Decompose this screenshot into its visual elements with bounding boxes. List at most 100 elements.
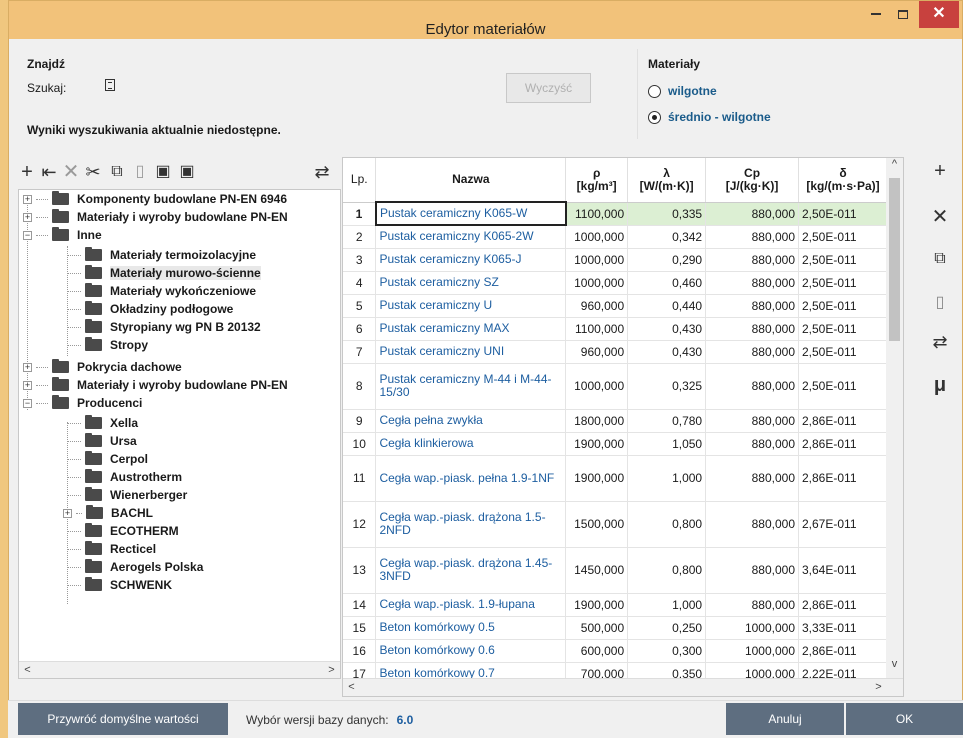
cell-cp[interactable]: 880,000 [705,501,799,548]
cell-rho[interactable]: 1000,000 [565,363,629,410]
table-row[interactable]: 14 Cegła wap.-piask. 1.9-łupana 1900,000 1,… [343,593,888,617]
cell-rho[interactable]: 1800,000 [565,409,629,433]
cell-lp[interactable]: 8 [343,363,377,410]
cell-rho[interactable]: 1450,000 [565,547,629,594]
scroll-left-icon[interactable]: < [19,662,36,678]
scroll-left-icon[interactable]: < [343,679,360,696]
cell-lambda[interactable]: 1,000 [627,593,707,617]
cell-lp[interactable]: 7 [343,340,377,364]
save-as-icon[interactable]: ▣ [176,161,198,185]
cell-cp[interactable]: 880,000 [705,363,799,410]
cell-rho[interactable]: 1900,000 [565,455,629,502]
cell-cp[interactable]: 880,000 [705,593,799,617]
table-row[interactable]: 1 Pustak ceramiczny K065-W 1100,000 0,335 88… [343,201,888,226]
tree-node[interactable]: ECOTHERM [67,522,179,540]
table-horizontal-scrollbar[interactable]: < > [343,678,903,696]
cell-cp[interactable]: 880,000 [705,340,799,364]
table-row[interactable]: 5 Pustak ceramiczny U 960,000 0,440 880,000 2… [343,294,888,318]
cell-cp[interactable]: 880,000 [705,225,799,249]
cell-lambda[interactable]: 0,325 [627,363,707,410]
tree-node[interactable]: + Komponenty budowlane PN-EN 6946 [23,190,287,208]
radio-wet[interactable]: wilgotne [648,83,717,99]
tree-node[interactable]: Austrotherm [67,468,182,486]
tree-node[interactable]: Wienerberger [67,486,187,504]
table-row[interactable]: 12 Cegła wap.-piask. drążona 1.5-2NFD 1500… [343,501,888,548]
cell-lp[interactable]: 1 [343,202,377,226]
mu-icon[interactable]: μ [925,374,955,397]
radio-circle[interactable] [648,84,661,98]
cell-name[interactable]: Cegła klinkierowa [375,432,567,456]
cell-lp[interactable]: 15 [343,616,377,640]
tree-node-selected[interactable]: Materiały murowo-ścienne [67,264,261,282]
cell-delta[interactable]: 2,50E-011 [798,340,888,364]
col-lp[interactable]: Lp. [343,158,377,203]
cell-rho[interactable]: 960,000 [565,294,629,318]
cell-name[interactable]: Pustak ceramiczny K065-2W [375,225,567,249]
col-lambda[interactable]: λ [W/(m·K)] [627,158,707,203]
tree-node[interactable]: Styropiany wg PN B 20132 [67,318,261,336]
cell-cp[interactable]: 880,000 [705,432,799,456]
plus-icon[interactable]: + [18,161,36,185]
tree-node[interactable]: − Producenci [23,394,142,412]
cell-lp[interactable]: 11 [343,455,377,502]
radio-circle-selected[interactable] [648,110,661,124]
cell-rho[interactable]: 1000,000 [565,271,629,295]
cell-delta[interactable]: 2,86E-011 [798,593,888,617]
cell-delta[interactable]: 2,50E-011 [798,294,888,318]
cut-icon[interactable]: ✂ [82,161,104,185]
cell-cp[interactable]: 880,000 [705,409,799,433]
radio-medium-wet[interactable]: średnio - wilgotne [648,109,771,125]
cell-lp[interactable]: 5 [343,294,377,318]
cell-name[interactable]: Pustak ceramiczny M-44 i M-44-15/30 [375,363,567,410]
cell-lambda[interactable]: 0,460 [627,271,707,295]
tree-node[interactable]: SCHWENK [67,576,172,594]
cancel-button[interactable]: Anuluj [726,703,844,735]
table-row[interactable]: 3 Pustak ceramiczny K065-J 1000,000 0,290 88… [343,248,888,272]
table-row[interactable]: 15 Beton komórkowy 0.5 500,000 0,250 1000,00… [343,616,888,640]
cell-delta[interactable]: 2,50E-011 [798,202,888,226]
cell-rho[interactable]: 1000,000 [565,225,629,249]
cell-delta[interactable]: 3,33E-011 [798,616,888,640]
cell-cp[interactable]: 1000,000 [705,616,799,640]
minimize-button[interactable] [863,1,889,28]
table-row[interactable]: 11 Cegła wap.-piask. pełna 1.9-1NF 1900,00… [343,455,888,502]
cell-cp[interactable]: 880,000 [705,317,799,341]
cell-lp[interactable]: 16 [343,639,377,663]
table-row[interactable]: 13 Cegła wap.-piask. drążona 1.45-3NFD 145… [343,547,888,594]
cell-name[interactable]: Pustak ceramiczny K065-J [375,248,567,272]
cell-lp[interactable]: 14 [343,593,377,617]
ok-button[interactable]: OK [846,703,963,735]
close-button[interactable]: ✕ [919,1,959,28]
table-row[interactable]: 6 Pustak ceramiczny MAX 1100,000 0,430 880,0… [343,317,888,341]
cell-lambda[interactable]: 0,440 [627,294,707,318]
collapse-icon[interactable]: − [23,230,32,240]
cell-name[interactable]: Pustak ceramiczny MAX [375,317,567,341]
cell-delta[interactable]: 3,64E-011 [798,547,888,594]
insert-icon[interactable]: ⇤ [38,161,60,185]
cell-name[interactable]: Cegła wap.-piask. 1.9-łupana [375,593,567,617]
tree-horizontal-scrollbar[interactable]: < > [19,661,340,678]
col-cp[interactable]: Cp [J/(kg·K)] [705,158,799,203]
cell-cp[interactable]: 1000,000 [705,639,799,663]
tree-node[interactable]: + Materiały i wyroby budowlane PN-EN [23,208,288,226]
cell-name[interactable]: Beton komórkowy 0.5 [375,616,567,640]
copy-icon[interactable]: ⧉ [925,250,955,268]
cell-lp[interactable]: 9 [343,409,377,433]
table-row[interactable]: 7 Pustak ceramiczny UNI 960,000 0,430 880,00… [343,340,888,364]
cell-rho[interactable]: 960,000 [565,340,629,364]
cell-cp[interactable]: 880,000 [705,271,799,295]
cell-delta[interactable]: 2,86E-011 [798,639,888,663]
cell-name[interactable]: Cegła wap.-piask. drążona 1.5-2NFD [375,501,567,548]
cell-name[interactable]: Pustak ceramiczny U [375,294,567,318]
cell-lambda[interactable]: 0,250 [627,616,707,640]
tree-node[interactable]: Recticel [67,540,156,558]
cell-delta[interactable]: 2,86E-011 [798,432,888,456]
table-vertical-scrollbar[interactable]: ^ v [886,158,903,678]
scroll-down-icon[interactable]: v [886,658,903,675]
add-icon[interactable]: + [925,160,955,183]
cell-lambda[interactable]: 1,000 [627,455,707,502]
expand-icon[interactable]: + [23,380,32,390]
cell-lambda[interactable]: 0,800 [627,547,707,594]
swap-icon[interactable]: ⇄ [925,332,955,353]
cell-lambda[interactable]: 0,800 [627,501,707,548]
